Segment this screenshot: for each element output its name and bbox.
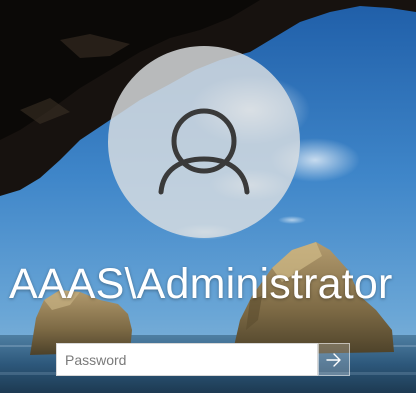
password-form bbox=[56, 343, 350, 376]
password-input[interactable] bbox=[56, 343, 318, 376]
username-label: AAAS\Administrator bbox=[9, 260, 393, 308]
submit-button[interactable] bbox=[318, 343, 350, 376]
user-avatar bbox=[108, 46, 300, 238]
user-silhouette-icon bbox=[158, 108, 250, 195]
arrow-right-icon bbox=[326, 352, 341, 367]
